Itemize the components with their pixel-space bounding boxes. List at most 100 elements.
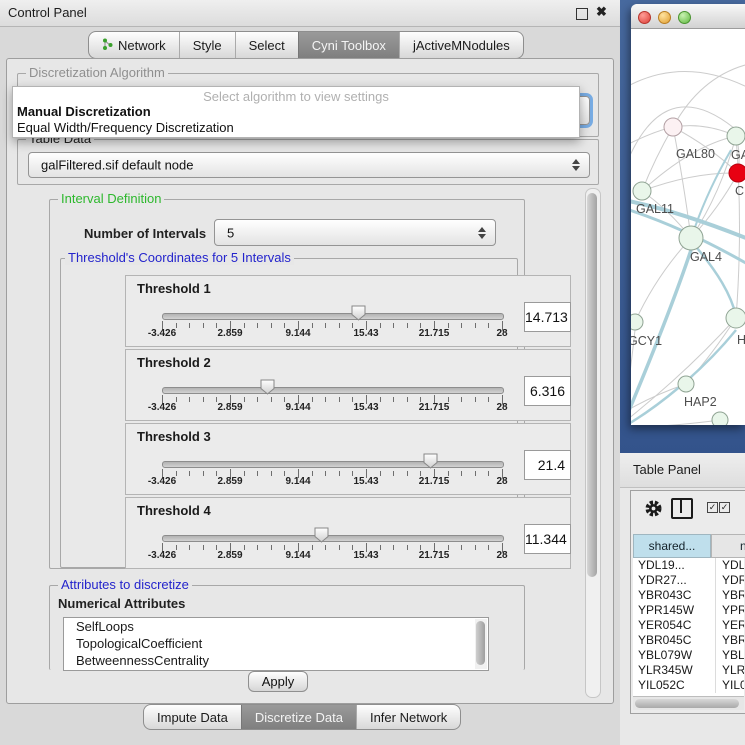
tick-mark (244, 471, 245, 476)
cell-name[interactable]: YBL0 (716, 648, 744, 663)
slider-thumb[interactable] (351, 305, 366, 321)
cell-shared-name[interactable]: YPR145W (633, 603, 716, 618)
tab-impute-data[interactable]: Impute Data (144, 705, 241, 729)
cell-name[interactable]: YDL1 (716, 558, 744, 573)
tab-select[interactable]: Select (235, 32, 298, 58)
table-horizontal-scrollbar[interactable] (633, 696, 744, 710)
table-row[interactable]: YER054CYER0 (633, 618, 744, 633)
threshold-value-field[interactable]: 6.316 (524, 376, 571, 406)
network-node-gal4[interactable] (679, 226, 703, 250)
network-node-gal11[interactable] (633, 182, 651, 200)
apply-button[interactable]: Apply (248, 671, 308, 692)
threshold-value-field[interactable]: 21.4 (524, 450, 571, 480)
screen: Control Panel ✖ NetworkStyleSelectCyni T… (0, 0, 745, 745)
network-edge (635, 238, 691, 322)
algorithm-option-manual-discretization[interactable]: Manual Discretization (17, 104, 151, 119)
cell-name[interactable]: YER0 (716, 618, 744, 633)
tab-network[interactable]: Network (89, 32, 179, 58)
slider-thumb[interactable] (260, 379, 275, 395)
cell-name[interactable]: YPR1 (716, 603, 744, 618)
tab-style[interactable]: Style (179, 32, 235, 58)
table-row[interactable]: YBR045CYBR0 (633, 633, 744, 648)
slider-thumb[interactable] (314, 527, 329, 543)
tab-infer-network[interactable]: Infer Network (356, 705, 460, 729)
threshold-value-field[interactable]: 11.344 (524, 524, 571, 554)
panel-scrollbar[interactable] (585, 188, 601, 698)
tab-jactivemnodules[interactable]: jActiveMNodules (399, 32, 523, 58)
algorithm-option-equal-width-frequency-discretization[interactable]: Equal Width/Frequency Discretization (17, 120, 234, 135)
control-panel-titlebar: Control Panel ✖ (0, 0, 620, 27)
threshold-label: Threshold 4 (137, 503, 211, 518)
tab-label: jActiveMNodules (413, 38, 510, 53)
table-row[interactable]: YPR145WYPR1 (633, 603, 744, 618)
slider-track[interactable] (162, 387, 504, 394)
table-row[interactable]: YDL19...YDL1 (633, 558, 744, 573)
attribute-item[interactable]: TopologicalCoefficient (64, 635, 488, 652)
network-node-c[interactable] (729, 164, 745, 182)
tick-mark (380, 471, 381, 476)
network-canvas[interactable]: GAL80GACGAL11GAL4GCY1HHAP2 (631, 28, 745, 425)
number-of-intervals-combo[interactable]: 5 (214, 219, 496, 246)
cell-name[interactable]: YDR2 (716, 573, 744, 588)
threshold-value-field[interactable]: 14.713 (524, 302, 571, 332)
table-row[interactable]: YIL052CYIL0 (633, 678, 744, 693)
close-traffic-light-icon[interactable] (638, 11, 651, 24)
cell-shared-name[interactable]: YLR345W (633, 663, 716, 678)
dropdown-prompt: Select algorithm to view settings (13, 89, 579, 104)
cell-name[interactable]: YBR0 (716, 588, 744, 603)
split-columns-icon[interactable] (671, 498, 693, 519)
network-node-ga[interactable] (727, 127, 745, 145)
float-window-icon[interactable] (576, 8, 588, 20)
cell-shared-name[interactable]: YER054C (633, 618, 716, 633)
cell-shared-name[interactable]: YIL052C (633, 678, 716, 693)
table-row[interactable]: YBR043CYBR0 (633, 588, 744, 603)
table-row[interactable]: YBL079WYBL0 (633, 648, 744, 663)
column-header-shared[interactable]: shared... (633, 534, 711, 558)
cell-shared-name[interactable]: YDR27... (633, 573, 716, 588)
network-node-h[interactable] (726, 308, 745, 328)
tick-mark (475, 545, 476, 550)
tick-mark (325, 323, 326, 328)
network-node-hap2[interactable] (678, 376, 694, 392)
table-row[interactable]: YLR345WYLR3 (633, 663, 744, 678)
checked-box-icon[interactable]: ✓ (707, 502, 718, 513)
cell-name[interactable]: YBR0 (716, 633, 744, 648)
table-scrollbar-thumb[interactable] (635, 699, 739, 708)
table-data-combo[interactable]: galFiltered.sif default node (28, 152, 590, 178)
list-scrollbar-thumb[interactable] (476, 621, 485, 665)
network-node-gal80[interactable] (664, 118, 682, 136)
tick-mark (407, 545, 408, 550)
slider-track[interactable] (162, 535, 504, 542)
cell-shared-name[interactable]: YBR045C (633, 633, 716, 648)
cell-shared-name[interactable]: YDL19... (633, 558, 716, 573)
attribute-item[interactable]: SelfLoops (64, 618, 488, 635)
gear-icon[interactable] (644, 499, 663, 523)
attribute-item[interactable]: BetweennessCentrality (64, 652, 488, 669)
algorithm-dropdown-popup: Select algorithm to view settings Manual… (12, 86, 580, 138)
cell-shared-name[interactable]: YBL079W (633, 648, 716, 663)
minimize-traffic-light-icon[interactable] (658, 11, 671, 24)
tab-discretize-data[interactable]: Discretize Data (241, 705, 356, 729)
tab-cyni-toolbox[interactable]: Cyni Toolbox (298, 32, 399, 58)
cell-name[interactable]: YLR3 (716, 663, 744, 678)
cell-shared-name[interactable]: YBR043C (633, 588, 716, 603)
numerical-attributes-list[interactable]: SelfLoopsTopologicalCoefficientBetweenne… (63, 617, 489, 671)
tick-mark (407, 471, 408, 476)
tab-label: Infer Network (370, 710, 447, 725)
tick-mark (312, 471, 313, 476)
list-scrollbar[interactable] (475, 619, 487, 669)
column-header-name[interactable]: n (711, 534, 745, 558)
slider-track[interactable] (162, 461, 504, 468)
slider-thumb[interactable] (423, 453, 438, 469)
slider-track[interactable] (162, 313, 504, 320)
cell-name[interactable]: YIL0 (716, 678, 744, 693)
network-node[interactable] (712, 412, 728, 425)
interval-definition-group: Interval Definition Number of Intervals … (49, 199, 525, 569)
checked-box-icon[interactable]: ✓ (719, 502, 730, 513)
panel-scrollbar-thumb[interactable] (587, 193, 597, 577)
table-body[interactable]: YDL19...YDL1YDR27...YDR2YBR043CYBR0YPR14… (633, 558, 744, 696)
network-node-gcy1[interactable] (631, 314, 643, 330)
table-row[interactable]: YDR27...YDR2 (633, 573, 744, 588)
close-icon[interactable]: ✖ (596, 6, 607, 18)
zoom-traffic-light-icon[interactable] (678, 11, 691, 24)
